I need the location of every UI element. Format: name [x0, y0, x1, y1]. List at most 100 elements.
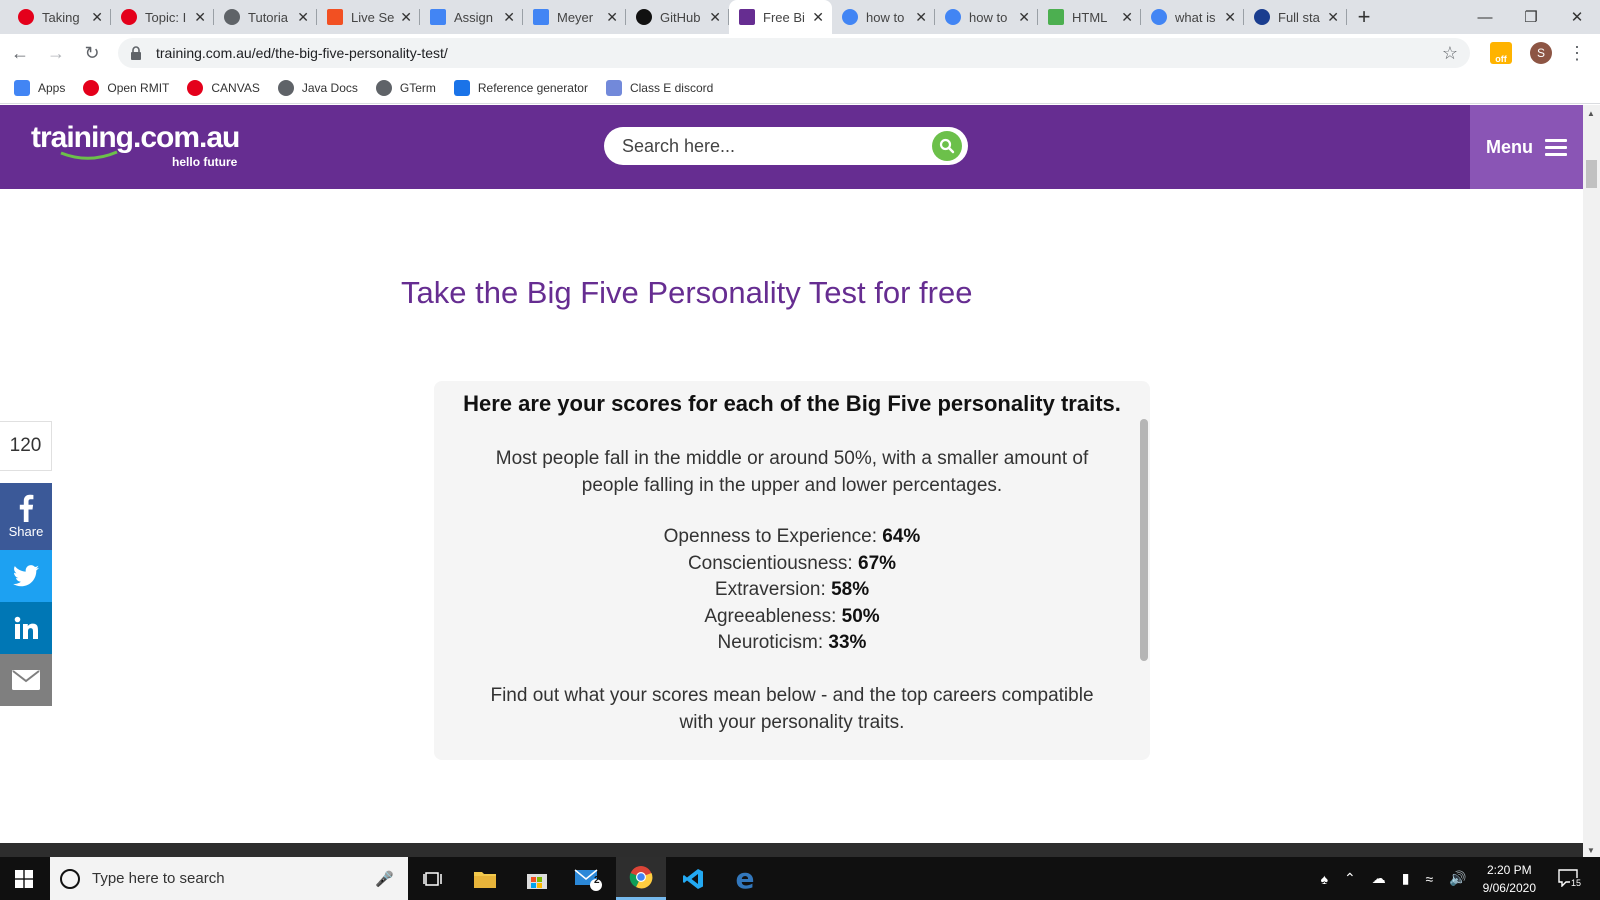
menu-button[interactable]: Menu — [1470, 105, 1583, 189]
browser-tab[interactable]: Meyer ✕ — [523, 0, 626, 34]
tab-title: Tutoria — [248, 9, 288, 25]
site-search-input[interactable] — [620, 134, 932, 158]
bookmark-item[interactable]: CANVAS — [187, 79, 260, 96]
mail-icon[interactable]: 2 — [564, 857, 614, 900]
close-tab-icon[interactable]: ✕ — [91, 9, 103, 26]
trait-name: Conscientiousness: — [687, 552, 853, 574]
close-tab-icon[interactable]: ✕ — [297, 9, 309, 26]
browser-tab[interactable]: Assign ✕ — [420, 0, 523, 34]
browser-tab[interactable]: Live Se ✕ — [317, 0, 420, 34]
extension-honey-icon[interactable]: off — [1490, 42, 1512, 64]
bookmark-item[interactable]: Java Docs — [277, 79, 358, 96]
site-footer-edge — [0, 843, 1583, 857]
trait-score: 50% — [841, 605, 880, 627]
bookmarks-bar: Apps Open RMIT CANVAS Java Docs GTerm Referen… — [0, 72, 1600, 104]
page-scrollbar[interactable]: ▲ ▼ — [1583, 105, 1600, 857]
tab-title: HTML — [1072, 9, 1108, 25]
scroll-up-arrow-icon[interactable]: ▲ — [1587, 109, 1595, 118]
github-icon — [636, 9, 652, 25]
bookmark-item[interactable]: GTerm — [375, 79, 436, 96]
rmit-red-icon — [18, 9, 34, 25]
microphone-icon[interactable]: 🎤 — [375, 870, 394, 888]
people-icon[interactable]: ♠ — [1321, 871, 1328, 887]
action-center-icon[interactable]: 15 — [1558, 868, 1583, 889]
tab-title: GitHub — [660, 9, 701, 25]
vscode-icon[interactable] — [668, 857, 718, 900]
trait-score: 58% — [831, 579, 870, 600]
close-tab-icon[interactable]: ✕ — [194, 9, 206, 26]
profile-avatar[interactable]: S — [1530, 42, 1552, 64]
close-tab-icon[interactable]: ✕ — [915, 9, 927, 26]
logo-swoosh-icon — [60, 150, 118, 160]
taskbar-search[interactable]: Type here to search 🎤 — [50, 857, 408, 900]
windows-start-icon[interactable] — [0, 857, 48, 900]
close-tab-icon[interactable]: ✕ — [1327, 9, 1339, 26]
browser-tab[interactable]: how to ✕ — [832, 0, 935, 34]
trait-name: Openness to Experience: — [663, 526, 878, 547]
browser-tab[interactable]: Free Bi ✕ — [729, 0, 832, 34]
results-outro: Find out what your scores mean below - a… — [490, 684, 1094, 733]
scrollbar-thumb[interactable] — [1586, 160, 1597, 188]
volume-icon[interactable]: 🔊 — [1449, 870, 1466, 887]
search-icon[interactable] — [932, 131, 962, 161]
bookmark-item[interactable]: Reference generator — [453, 79, 588, 96]
browser-tab[interactable]: how to ✕ — [935, 0, 1038, 34]
close-tab-icon[interactable]: ✕ — [1224, 9, 1236, 26]
bookmark-item[interactable]: Open RMIT — [83, 79, 169, 96]
browser-tab[interactable]: GitHub ✕ — [626, 0, 729, 34]
results-intro: Most people fall in the middle or around… — [495, 448, 1089, 496]
close-tab-icon[interactable]: ✕ — [812, 9, 824, 26]
close-tab-icon[interactable]: ✕ — [503, 9, 515, 26]
panel-scrollbar[interactable] — [1140, 419, 1148, 661]
bookmark-item[interactable]: Class E discord — [605, 79, 713, 96]
close-tab-icon[interactable]: ✕ — [709, 9, 721, 26]
restore-icon[interactable]: ❐ — [1508, 0, 1554, 34]
windows-taskbar: Type here to search 🎤 2 e ♠ ⌃ ☁ ▮ ≈ 🔊 2: — [0, 857, 1600, 900]
taskbar-clock[interactable]: 2:20 PM 9/06/2020 — [1483, 861, 1536, 897]
browser-tab[interactable]: Full sta ✕ — [1244, 0, 1347, 34]
microsoft-store-icon[interactable] — [512, 857, 562, 900]
browser-tab[interactable]: Taking ✕ — [8, 0, 111, 34]
scroll-down-arrow-icon[interactable]: ▼ — [1587, 846, 1595, 855]
task-view-icon[interactable] — [408, 857, 458, 900]
battery-icon[interactable]: ▮ — [1402, 870, 1410, 887]
onedrive-icon[interactable]: ☁ — [1372, 870, 1386, 887]
wifi-icon[interactable]: ≈ — [1425, 871, 1433, 887]
new-tab-button[interactable]: + — [1347, 0, 1381, 34]
browser-tab[interactable]: what is ✕ — [1141, 0, 1244, 34]
kebab-menu-icon[interactable]: ⋮ — [1568, 43, 1586, 64]
google-icon — [1151, 9, 1167, 25]
linkedin-share-button[interactable] — [0, 602, 52, 654]
browser-tab[interactable]: Tutoria ✕ — [214, 0, 317, 34]
bookmark-star-icon[interactable]: ☆ — [1442, 43, 1458, 64]
bookmark-item[interactable]: Apps — [14, 79, 65, 96]
back-arrow-icon[interactable]: ← — [4, 37, 36, 69]
close-tab-icon[interactable]: ✕ — [1121, 9, 1133, 26]
tray-chevron-icon[interactable]: ⌃ — [1344, 870, 1356, 887]
edge-icon[interactable]: e — [720, 857, 770, 900]
minimize-icon[interactable]: — — [1462, 0, 1508, 34]
close-window-icon[interactable]: ✕ — [1554, 0, 1600, 34]
twitter-share-button[interactable] — [0, 550, 52, 602]
clock-time: 2:20 PM — [1486, 862, 1532, 877]
bookmark-page-icon — [453, 79, 470, 96]
microsoft-icon — [327, 9, 343, 25]
tab-title: Taking — [42, 9, 80, 25]
close-tab-icon[interactable]: ✕ — [400, 9, 412, 26]
chrome-icon[interactable] — [616, 857, 666, 900]
browser-tab[interactable]: Topic: I ✕ — [111, 0, 214, 34]
close-tab-icon[interactable]: ✕ — [606, 9, 618, 26]
share-count: 120 — [0, 421, 52, 471]
reload-icon[interactable]: ↻ — [76, 37, 108, 69]
w3-icon — [1048, 9, 1064, 25]
facebook-share-button[interactable]: Share — [0, 483, 52, 550]
site-logo[interactable]: training.com.au hello future — [31, 123, 240, 170]
forward-arrow-icon[interactable]: → — [40, 37, 72, 69]
file-explorer-icon[interactable] — [460, 857, 510, 900]
discord-icon — [605, 79, 622, 96]
browser-tab-strip: Taking ✕ Topic: I ✕ Tutoria ✕ Live Se ✕ Assign ✕ M… — [0, 0, 1600, 34]
email-share-button[interactable] — [0, 654, 52, 706]
address-bar[interactable]: training.com.au/ed/the-big-five-personal… — [118, 38, 1470, 68]
close-tab-icon[interactable]: ✕ — [1018, 9, 1030, 26]
browser-tab[interactable]: HTML ✕ — [1038, 0, 1141, 34]
